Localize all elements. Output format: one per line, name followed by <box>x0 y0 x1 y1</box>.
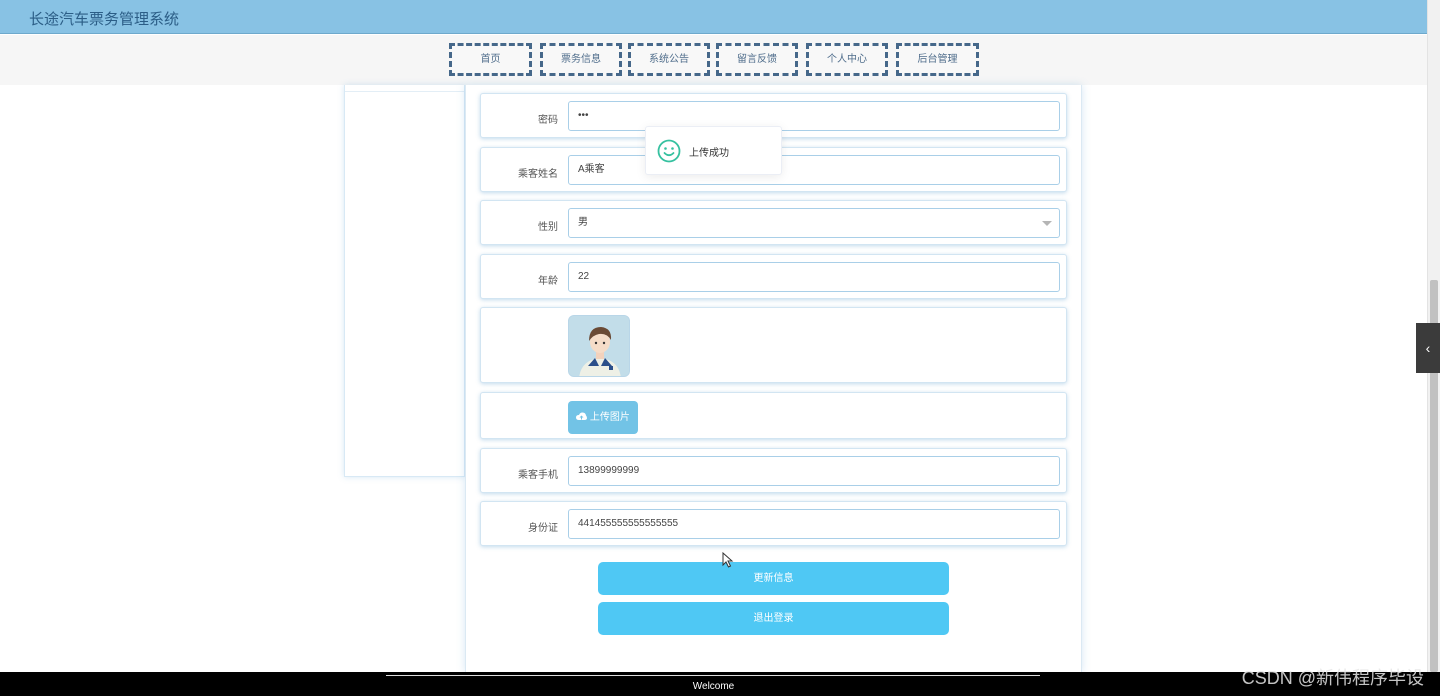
id-card-label: 身份证 <box>528 523 558 534</box>
main-nav: 首页 票务信息 系统公告 留言反馈 个人中心 后台管理 <box>0 35 1427 85</box>
chevron-down-icon <box>1042 221 1052 226</box>
nav-ticket-info[interactable]: 票务信息 <box>540 43 622 76</box>
top-header-bar: 长途汽车票务管理系统 <box>0 0 1427 34</box>
name-field[interactable]: A乘客 <box>568 155 1060 185</box>
phone-label: 乘客手机 <box>518 470 558 481</box>
age-row: 年龄 22 <box>480 254 1067 299</box>
gender-row: 性别 男 <box>480 200 1067 245</box>
footer-divider <box>386 675 1040 676</box>
nav-home[interactable]: 首页 <box>449 43 532 76</box>
left-side-panel <box>344 85 465 477</box>
chevron-left-icon: ‹ <box>1425 340 1431 356</box>
password-field[interactable]: ••• <box>568 101 1060 131</box>
phone-row: 乘客手机 13899999999 <box>480 448 1067 493</box>
app-title: 长途汽车票务管理系统 <box>29 11 180 28</box>
gender-value: 男 <box>578 217 588 228</box>
watermark: CSDN @新伟程序毕设 <box>1241 668 1424 688</box>
footer-bar: Welcome <box>0 672 1440 696</box>
name-label: 乘客姓名 <box>518 169 558 180</box>
update-info-button[interactable]: 更新信息 <box>598 562 949 595</box>
id-card-field[interactable]: 441455555555555555 <box>568 509 1060 539</box>
upload-image-button[interactable]: 上传图片 <box>568 401 638 434</box>
id-card-row: 身份证 441455555555555555 <box>480 501 1067 546</box>
phone-field[interactable]: 13899999999 <box>568 456 1060 486</box>
age-label: 年龄 <box>538 276 558 287</box>
upload-image-label: 上传图片 <box>589 412 630 423</box>
age-field[interactable]: 22 <box>568 262 1060 292</box>
logout-button[interactable]: 退出登录 <box>598 602 949 635</box>
success-toast: 上传成功 <box>645 126 782 175</box>
avatar-illustration <box>569 316 629 376</box>
nav-admin[interactable]: 后台管理 <box>896 43 979 76</box>
avatar-row <box>480 307 1067 383</box>
upload-row: 上传图片 <box>480 392 1067 439</box>
toast-message: 上传成功 <box>689 148 729 159</box>
mouse-cursor-icon <box>722 552 734 568</box>
nav-announcements[interactable]: 系统公告 <box>628 43 710 76</box>
avatar-image[interactable] <box>568 315 630 377</box>
password-label: 密码 <box>538 115 558 126</box>
nav-feedback[interactable]: 留言反馈 <box>716 43 798 76</box>
cloud-upload-icon <box>576 412 588 420</box>
gender-label: 性别 <box>538 222 558 233</box>
smile-icon <box>657 139 681 163</box>
side-panel-toggle[interactable]: ‹ <box>1416 323 1440 373</box>
left-panel-divider <box>345 91 464 92</box>
nav-personal-center[interactable]: 个人中心 <box>806 43 888 76</box>
gender-select[interactable]: 男 <box>568 208 1060 238</box>
footer-text: Welcome <box>692 681 735 692</box>
